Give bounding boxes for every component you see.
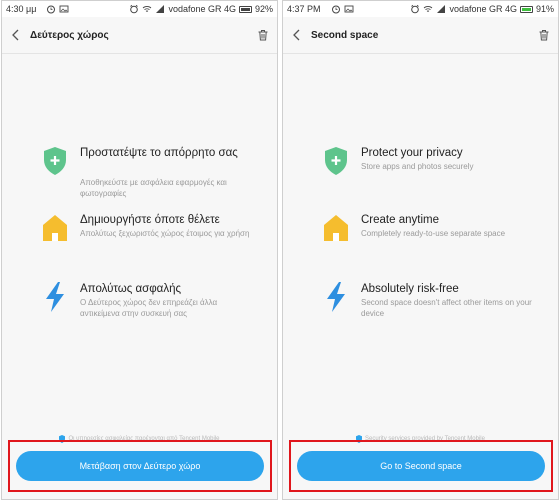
alarm-clock-icon <box>411 4 420 14</box>
lightning-icon <box>327 282 345 312</box>
status-time: 4:30 μμ <box>6 4 37 14</box>
lightning-icon <box>46 282 64 312</box>
battery-percent: 91% <box>535 4 554 14</box>
chevron-left-icon <box>293 29 300 41</box>
delete-button[interactable] <box>530 17 558 53</box>
house-icon <box>43 215 67 241</box>
feature-title: Absolutely risk-free <box>361 283 459 295</box>
image-icon <box>59 5 69 13</box>
wifi-icon <box>424 6 433 12</box>
highlight-frame: Go to Second space <box>289 440 553 492</box>
status-bar: 4:37 PM vodafone GR 4G 91% <box>283 1 558 17</box>
feature-description: Second space doesn't affect other items … <box>361 298 532 318</box>
battery-fill <box>240 7 250 11</box>
highlight-frame: Μετάβαση στον Δεύτερο χώρο <box>8 440 272 492</box>
trash-icon <box>539 30 549 41</box>
feature-description: Store apps and photos securely <box>361 162 474 171</box>
feature-description: Ο Δεύτερος χώρος δεν επηρεάζει άλλα αντι… <box>80 298 218 318</box>
feature-description: Απολύτως ξεχωριστός χώρος έτοιμος για χρ… <box>80 229 250 238</box>
house-icon <box>324 215 348 241</box>
back-button[interactable] <box>2 17 30 53</box>
feature-title: Απολύτως ασφαλής <box>80 283 182 295</box>
wifi-icon <box>143 6 152 12</box>
title-bar: Δεύτερος χώρος <box>2 17 277 53</box>
feature-safe: Absolutely risk-free Second space doesn'… <box>283 282 558 342</box>
button-label: Go to Second space <box>380 461 462 471</box>
status-time: 4:37 PM <box>287 4 321 14</box>
go-to-second-space-button[interactable]: Go to Second space <box>297 451 545 481</box>
title-divider <box>283 53 558 54</box>
battery-charging-icon <box>519 5 533 13</box>
title-divider <box>2 53 277 54</box>
phone-screen-greek: 4:30 μμ vodafone GR 4G 92% Δεύτερος χώρο… <box>1 0 278 500</box>
title-bar: Second space <box>283 17 558 53</box>
battery-percent: 92% <box>254 4 273 14</box>
feature-description: Completely ready-to-use separate space <box>361 229 506 238</box>
feature-create: Create anytime Completely ready-to-use s… <box>283 213 558 273</box>
phone-screen-english: 4:37 PM vodafone GR 4G 91% Second space … <box>282 0 559 500</box>
back-button[interactable] <box>283 17 311 53</box>
status-bar: 4:30 μμ vodafone GR 4G 92% <box>2 1 277 17</box>
feature-title: Protect your privacy <box>361 147 463 159</box>
button-label: Μετάβαση στον Δεύτερο χώρο <box>79 461 201 471</box>
alarm-clock-icon <box>130 4 139 14</box>
battery-icon <box>238 5 252 13</box>
page-title: Second space <box>311 29 379 41</box>
feature-title: Δημιουργήστε όποτε θέλετε <box>80 214 220 226</box>
trash-icon <box>258 30 268 41</box>
feature-privacy: Protect your privacy Store apps and phot… <box>283 146 558 206</box>
chevron-left-icon <box>12 29 19 41</box>
page-title: Δεύτερος χώρος <box>30 29 109 41</box>
feature-privacy: Προστατέψτε το απόρρητο σας Αποθηκεύστε … <box>2 146 277 206</box>
signal-icon <box>437 5 446 13</box>
feature-create: Δημιουργήστε όποτε θέλετε Απολύτως ξεχωρ… <box>2 213 277 273</box>
signal-icon <box>156 5 165 13</box>
image-icon <box>344 5 353 13</box>
feature-title: Προστατέψτε το απόρρητο σας <box>80 147 238 159</box>
feature-title: Create anytime <box>361 214 439 226</box>
alarm-icon <box>47 5 56 14</box>
shield-plus-icon <box>44 147 66 175</box>
battery-fill <box>521 7 531 11</box>
delete-button[interactable] <box>249 17 277 53</box>
go-to-second-space-button[interactable]: Μετάβαση στον Δεύτερο χώρο <box>16 451 264 481</box>
status-notification-icons <box>331 4 354 14</box>
carrier-label: vodafone GR 4G <box>168 4 236 14</box>
alarm-icon <box>331 5 340 14</box>
carrier-label: vodafone GR 4G <box>449 4 517 14</box>
status-notification-icons <box>46 4 69 14</box>
feature-safe: Απολύτως ασφαλής Ο Δεύτερος χώρος δεν επ… <box>2 282 277 342</box>
feature-description: Αποθηκεύστε με ασφάλεια εφαρμογές και φω… <box>80 178 227 198</box>
shield-plus-icon <box>325 147 347 175</box>
